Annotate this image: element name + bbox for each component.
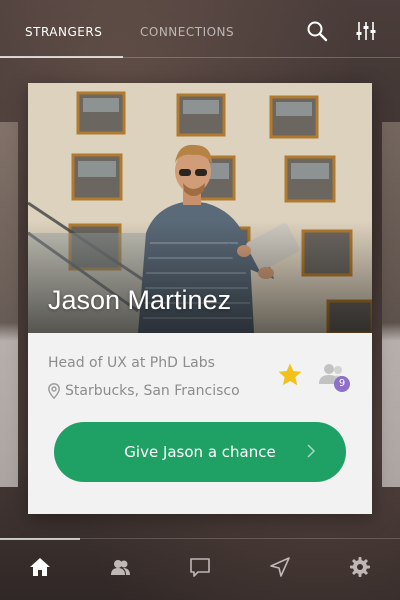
tab-connections[interactable]: CONNECTIONS — [140, 25, 234, 39]
chevron-right-icon — [307, 444, 316, 458]
location-text: Starbucks, San Francisco — [65, 383, 240, 399]
chat-icon[interactable] — [189, 556, 211, 578]
filter-sliders-icon[interactable] — [355, 20, 377, 42]
settings-icon[interactable] — [349, 556, 371, 578]
search-icon[interactable] — [306, 20, 328, 42]
profile-card[interactable]: Jason Martinez Head of UX at PhD Labs St… — [28, 83, 372, 514]
give-chance-label: Give Jason a chance — [124, 443, 276, 461]
location-pin-icon — [48, 383, 60, 399]
top-bar: STRANGERS CONNECTIONS — [0, 0, 400, 58]
bottom-nav — [0, 538, 400, 600]
tab-strangers[interactable]: STRANGERS — [25, 25, 102, 39]
give-chance-button[interactable]: Give Jason a chance — [54, 422, 346, 482]
location-row: Starbucks, San Francisco — [48, 383, 240, 399]
navigate-icon[interactable] — [269, 556, 291, 578]
job-title: Head of UX at PhD Labs — [48, 355, 215, 371]
profile-name: Jason Martinez — [48, 285, 232, 315]
mutual-connections[interactable]: 9 — [318, 363, 354, 395]
previous-card-peek[interactable] — [0, 122, 18, 487]
active-nav-indicator — [0, 538, 80, 540]
mutual-count-badge: 9 — [334, 376, 350, 392]
active-tab-indicator — [0, 56, 123, 58]
profile-photo: Jason Martinez — [28, 83, 372, 333]
people-icon[interactable] — [109, 556, 131, 578]
star-favorite-icon[interactable] — [277, 362, 303, 388]
home-icon[interactable] — [29, 556, 51, 578]
next-card-peek[interactable] — [382, 122, 400, 487]
